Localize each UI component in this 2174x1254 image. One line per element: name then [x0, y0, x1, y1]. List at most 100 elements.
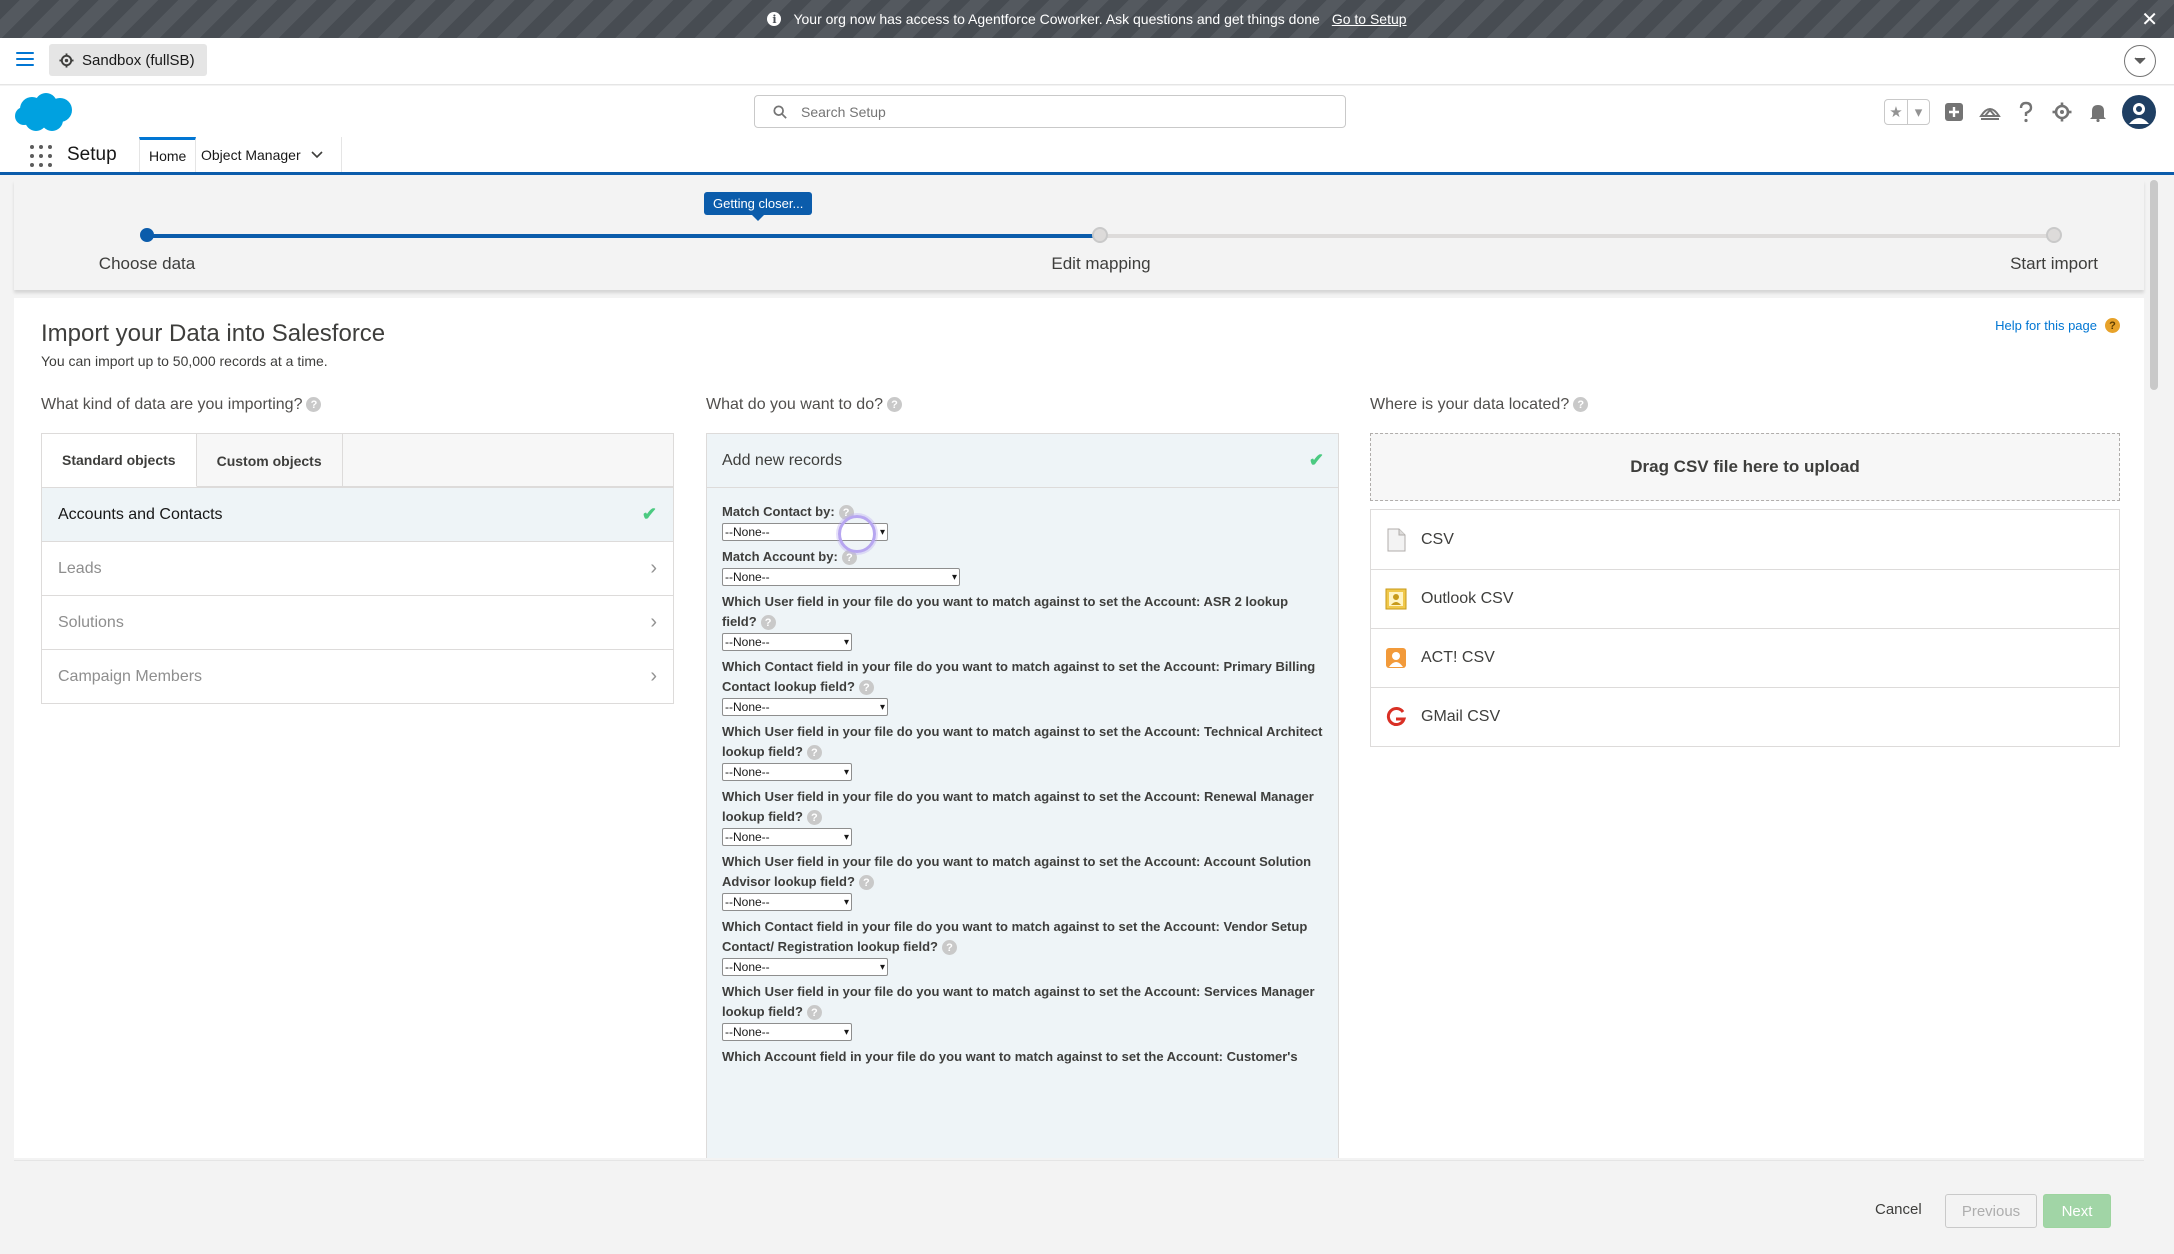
chevron-right-icon: › — [650, 611, 657, 633]
help-link[interactable]: Help for this page ? — [1995, 318, 2120, 333]
app-name: Setup — [67, 144, 117, 165]
source-act-csv[interactable]: ACT! CSV — [1371, 628, 2119, 687]
tab-custom-objects[interactable]: Custom objects — [197, 434, 343, 487]
action-question: What do you want to do?? — [706, 396, 902, 414]
trailhead-icon[interactable] — [1978, 100, 2002, 124]
object-campaign-members[interactable]: Campaign Members › — [42, 649, 673, 703]
help-icon[interactable]: ? — [306, 397, 322, 413]
help-icon[interactable]: ? — [887, 397, 902, 413]
services-manager-select[interactable]: --None-- ▾ — [722, 1023, 852, 1041]
chevron-down-icon: ▾ — [843, 1026, 849, 1038]
search-box[interactable] — [754, 95, 1346, 128]
next-button[interactable]: Next — [2043, 1194, 2111, 1228]
chevron-down-icon[interactable] — [311, 150, 323, 159]
notifications-bell-icon[interactable] — [2086, 100, 2110, 124]
technical-architect-label: Which User field in your file do you wan… — [722, 724, 1323, 761]
app-navigation: Setup Home Object Manager — [0, 137, 2174, 175]
scrollbar-thumb[interactable] — [2150, 180, 2158, 390]
cancel-button[interactable]: Cancel — [1875, 1201, 1922, 1218]
sandbox-pill[interactable]: Sandbox (fullSB) — [49, 44, 207, 76]
chevron-down-icon: ▾ — [843, 896, 849, 908]
step-start-import-dot — [2046, 227, 2062, 243]
data-source-panel: Drag CSV file here to upload CSV Outlook… — [1370, 433, 2120, 747]
chevron-down-icon: ▾ — [843, 766, 849, 778]
asr2-lookup-select[interactable]: --None-- ▾ — [722, 633, 852, 651]
chevron-right-icon: › — [650, 665, 657, 687]
step-edit-mapping-label: Edit mapping — [1051, 254, 1151, 273]
action-question-text: What do you want to do? — [706, 396, 883, 413]
help-icon[interactable]: ? — [806, 810, 822, 826]
source-label: CSV — [1421, 530, 1454, 548]
go-to-setup-link[interactable]: Go to Setup — [1332, 11, 1407, 27]
tab-standard-objects[interactable]: Standard objects — [42, 434, 197, 487]
tab-home[interactable]: Home — [139, 137, 197, 172]
sandbox-menu-caret-icon[interactable] — [2124, 45, 2156, 77]
import-progress: Getting closer... Choose data Edit mappi… — [14, 180, 2144, 290]
chevron-down-icon: ▾ — [951, 571, 957, 583]
help-icon[interactable]: ? — [806, 1005, 822, 1021]
global-actions-icon[interactable] — [1942, 100, 1966, 124]
account-solution-advisor-select[interactable]: --None-- ▾ — [722, 893, 852, 911]
act-icon — [1386, 648, 1406, 668]
add-new-records-option[interactable]: Add new records ✔ — [707, 434, 1338, 488]
checkmark-icon: ✔ — [1308, 450, 1324, 470]
match-contact-label: Match Contact by:? — [722, 502, 1323, 522]
data-kind-question: What kind of data are you importing?? — [41, 396, 322, 414]
source-csv[interactable]: CSV — [1371, 510, 2119, 569]
object-label: Solutions — [58, 613, 124, 631]
csv-dropzone[interactable]: Drag CSV file here to upload — [1370, 433, 2120, 501]
help-icon[interactable]: ? — [858, 875, 874, 891]
object-label: Campaign Members — [58, 667, 203, 685]
renewal-manager-select[interactable]: --None-- ▾ — [722, 828, 852, 846]
search-input[interactable] — [801, 103, 1321, 120]
help-icon[interactable] — [2014, 100, 2038, 124]
page-scrollbar[interactable] — [2148, 178, 2160, 1254]
wizard-footer: Cancel Previous Next — [14, 1160, 2144, 1254]
sandbox-gear-icon — [59, 52, 74, 68]
help-question-icon: ? — [2105, 318, 2120, 333]
page-title: Import your Data into Salesforce — [41, 320, 386, 347]
services-manager-label: Which User field in your file do you wan… — [722, 984, 1315, 1021]
account-solution-advisor-label: Which User field in your file do you wan… — [722, 854, 1312, 891]
data-location-question: Where is your data located?? — [1370, 396, 1589, 414]
sandbox-label: Sandbox (fullSB) — [82, 51, 195, 69]
help-icon[interactable]: ? — [858, 680, 874, 696]
object-label: Leads — [58, 559, 102, 577]
app-launcher-icon[interactable] — [30, 145, 52, 167]
hamburger-menu-icon[interactable] — [16, 52, 34, 66]
vendor-setup-contact-label: Which Contact field in your file do you … — [722, 919, 1308, 956]
source-outlook-csv[interactable]: Outlook CSV — [1371, 569, 2119, 628]
match-account-label: Match Account by:? — [722, 547, 1323, 567]
favorites-group[interactable]: ★ ▾ — [1884, 99, 1930, 125]
tab-object-manager-label: Object Manager — [201, 146, 301, 163]
primary-billing-contact-select[interactable]: --None-- ▾ — [722, 698, 888, 716]
step-edit-mapping-dot — [1092, 227, 1108, 243]
help-icon[interactable]: ? — [1573, 397, 1589, 413]
tab-object-manager[interactable]: Object Manager — [193, 137, 342, 172]
object-selector: Standard objects Custom objects Accounts… — [41, 433, 674, 704]
step-start-import-label: Start import — [2010, 254, 2098, 273]
page-subtitle: You can import up to 50,000 records at a… — [41, 353, 328, 369]
favorites-star-icon[interactable]: ★ — [1885, 100, 1907, 124]
user-avatar[interactable] — [2122, 95, 2156, 129]
object-leads[interactable]: Leads › — [42, 541, 673, 595]
help-icon[interactable]: ? — [941, 940, 957, 956]
vendor-setup-contact-select[interactable]: --None-- ▾ — [722, 958, 888, 976]
favorites-list-icon[interactable]: ▾ — [1907, 100, 1929, 124]
source-gmail-csv[interactable]: GMail CSV — [1371, 687, 2119, 746]
global-header: ★ ▾ — [0, 86, 2174, 137]
outlook-icon — [1385, 588, 1407, 610]
help-icon[interactable]: ? — [760, 615, 776, 631]
help-icon[interactable]: ? — [806, 745, 822, 761]
salesforce-logo[interactable] — [14, 91, 74, 133]
technical-architect-select[interactable]: --None-- ▾ — [722, 763, 852, 781]
object-accounts-and-contacts[interactable]: Accounts and Contacts ✔ — [42, 487, 673, 541]
object-solutions[interactable]: Solutions › — [42, 595, 673, 649]
match-account-select[interactable]: --None-- ▾ — [722, 568, 960, 586]
previous-button[interactable]: Previous — [1945, 1194, 2037, 1228]
chevron-down-icon: ▾ — [879, 961, 885, 973]
chevron-right-icon: › — [650, 557, 657, 579]
announcement-banner: i Your org now has access to Agentforce … — [0, 0, 2174, 38]
setup-gear-icon[interactable] — [2050, 100, 2074, 124]
close-icon[interactable]: ✕ — [2141, 7, 2158, 32]
